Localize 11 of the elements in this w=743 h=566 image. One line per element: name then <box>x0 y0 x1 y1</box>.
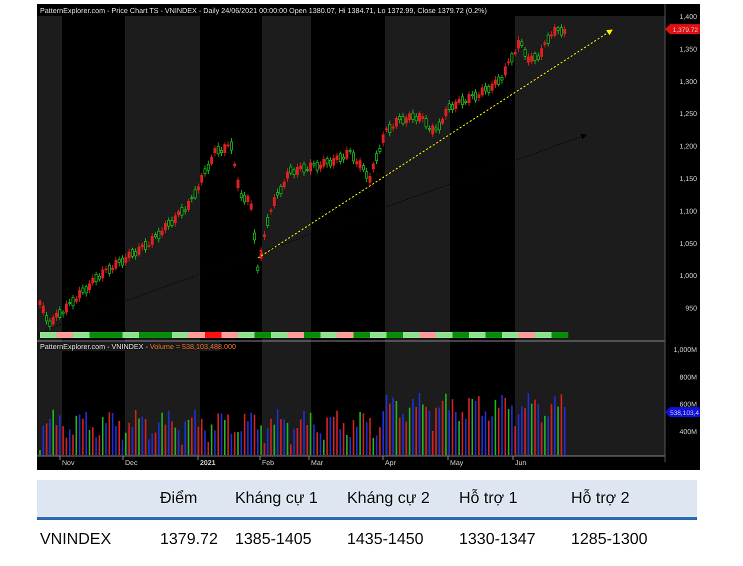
column-header: Kháng cự 2 <box>347 490 431 508</box>
table-cell-text: 1435-1450 <box>347 531 425 549</box>
column-header: Hỗ trợ 1 <box>459 490 519 508</box>
column-header: Kháng cự 1 <box>235 490 319 508</box>
table-cell-text: 1285-1300 <box>571 531 649 549</box>
table-cell-text: 1385-1405 <box>235 531 313 549</box>
table-cell-text: 1379.72 <box>160 531 219 549</box>
column-header: Điểm <box>160 490 198 508</box>
table-cell-text: VNINDEX <box>39 531 112 549</box>
table-cell-text: 1330-1347 <box>459 531 537 549</box>
column-header: Hỗ trợ 2 <box>571 490 631 508</box>
